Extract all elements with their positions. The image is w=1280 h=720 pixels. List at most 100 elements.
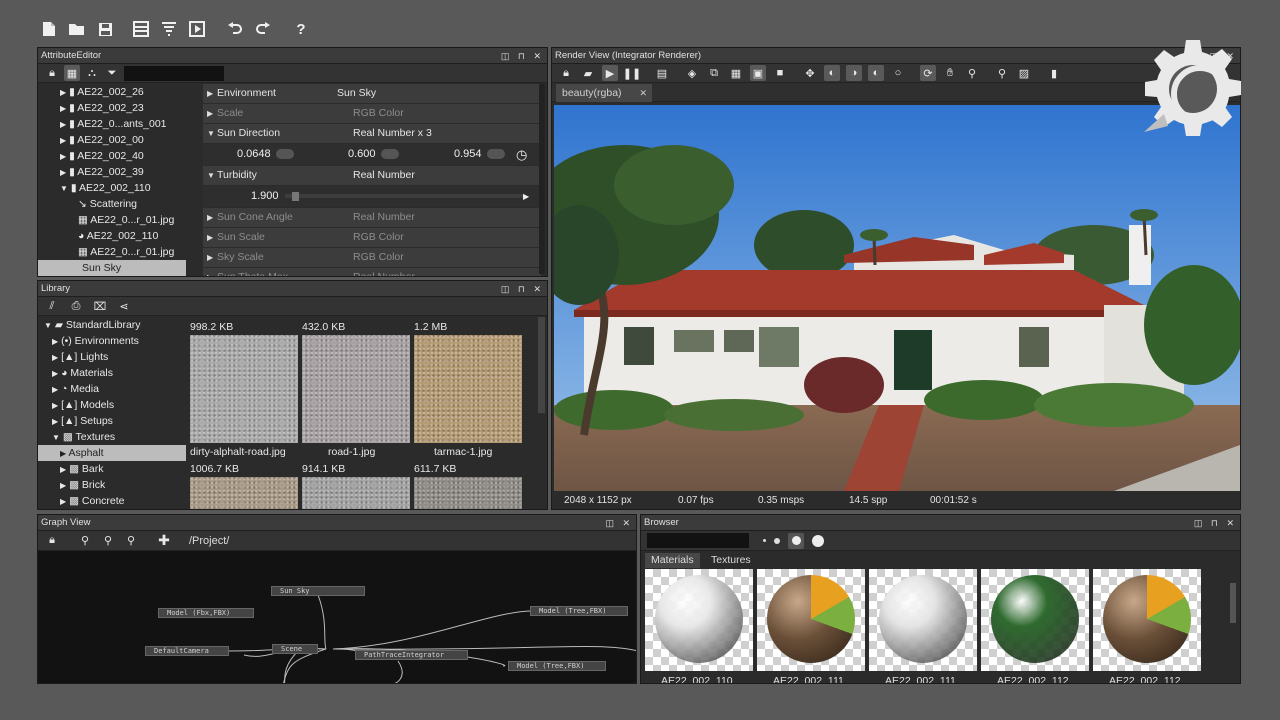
- panel-window-controls[interactable]: ◫ ⊓ ✕: [501, 48, 544, 64]
- graph-node-default-camera[interactable]: DefaultCamera: [145, 646, 229, 656]
- spinner-icon[interactable]: [380, 149, 399, 160]
- expand-arrow-icon[interactable]: ▶: [207, 228, 213, 247]
- tree-item[interactable]: ▼ ▰ StandardLibrary: [38, 317, 186, 333]
- pick-icon[interactable]: ⚲: [994, 65, 1010, 81]
- filter-icon[interactable]: ⏷: [104, 65, 120, 81]
- expand-arrow-icon[interactable]: ▶: [60, 465, 66, 474]
- filter-icon[interactable]: [158, 18, 180, 40]
- hierarchy-icon[interactable]: ⛬: [84, 65, 100, 81]
- expand-arrow-icon[interactable]: ▶: [52, 353, 58, 362]
- scrollbar[interactable]: [539, 84, 545, 274]
- dir-z-field[interactable]: 0.954: [454, 147, 505, 162]
- collapse-arrow-icon[interactable]: ▼: [44, 321, 52, 330]
- tree-item[interactable]: ▶ ▮ AE22_0...ants_001: [38, 116, 186, 132]
- spinner-icon[interactable]: [275, 149, 294, 160]
- expand-arrow-icon[interactable]: ▶: [60, 168, 66, 177]
- image-icon[interactable]: ▨: [1016, 65, 1032, 81]
- panel-window-controls[interactable]: ◫ ⊓ ✕: [501, 281, 544, 297]
- zoom-icon[interactable]: ⚲: [964, 65, 980, 81]
- video-camera-icon[interactable]: ■: [772, 65, 788, 81]
- texture-thumbnail[interactable]: [302, 477, 410, 509]
- tree-item[interactable]: ▶ ▮ AE22_002_39: [38, 164, 186, 180]
- open-folder-icon[interactable]: [66, 18, 88, 40]
- tree-item[interactable]: ▶ (•) Environments: [38, 333, 186, 349]
- panel-window-controls[interactable]: ◫ ✕: [605, 515, 633, 531]
- texture-thumbnail[interactable]: [190, 477, 298, 509]
- play-icon[interactable]: [186, 18, 208, 40]
- camera-icon[interactable]: ▰: [580, 65, 596, 81]
- attr-sun-direction[interactable]: ▼ Sun Direction Real Number x 3: [203, 124, 541, 143]
- collapse-arrow-icon[interactable]: ▼: [207, 124, 215, 143]
- graph-node-model-tree[interactable]: Model (Tree,FBX): [530, 606, 628, 616]
- expand-arrow-icon[interactable]: ▶: [60, 481, 66, 490]
- expand-arrow-icon[interactable]: ▶: [60, 88, 66, 97]
- expand-arrow-icon[interactable]: ▶: [60, 497, 66, 506]
- frame-icon[interactable]: ▣: [750, 65, 766, 81]
- move-icon[interactable]: ✥: [802, 65, 818, 81]
- attr-value[interactable]: Sun Sky: [337, 84, 376, 103]
- add-node-icon[interactable]: ✚: [156, 532, 172, 549]
- size-large-icon[interactable]: [812, 534, 824, 547]
- tree-item[interactable]: ▶ [▲] Setups: [38, 413, 186, 429]
- channel-g-icon[interactable]: ◑: [846, 65, 862, 81]
- tab-materials[interactable]: Materials: [645, 553, 700, 568]
- direction-picker-icon[interactable]: ◷: [516, 147, 527, 162]
- collapse-arrow-icon[interactable]: ▼: [60, 184, 68, 193]
- play-icon[interactable]: ▶: [602, 65, 618, 81]
- expand-arrow-icon[interactable]: ▶: [207, 84, 213, 103]
- expand-arrow-icon[interactable]: ▶: [60, 120, 66, 129]
- hand-icon[interactable]: ✋︎: [942, 65, 958, 81]
- attr-sun-scale[interactable]: ▶ Sun Scale RGB Color: [203, 228, 541, 247]
- save-image-icon[interactable]: ▤: [654, 65, 670, 81]
- save-icon[interactable]: [94, 18, 116, 40]
- attr-sun-theta-max[interactable]: ▶ Sun Theta Max Real Number: [203, 268, 541, 276]
- expand-arrow-icon[interactable]: ▶: [52, 401, 58, 410]
- lock-icon[interactable]: 🔒︎: [44, 533, 60, 549]
- library-view-icon[interactable]: ⫽: [44, 298, 60, 314]
- graph-node-model-fbx[interactable]: Model (Fbx,FBX): [158, 608, 254, 618]
- tab-beauty[interactable]: beauty(rgba) ✕: [556, 84, 652, 102]
- expand-arrow-icon[interactable]: ▶: [60, 152, 66, 161]
- dir-x-field[interactable]: 0.0648: [237, 147, 294, 162]
- node-graph-canvas[interactable]: Sun Sky Model (Fbx,FBX) Model (Tree,FBX)…: [38, 551, 636, 683]
- node-view-icon[interactable]: ▦: [64, 65, 80, 81]
- lock-icon[interactable]: 🔒︎: [558, 65, 574, 81]
- render-settings-icon[interactable]: [130, 18, 152, 40]
- tree-item[interactable]: ▶ ▮ AE22_002_00: [38, 132, 186, 148]
- graph-node-model-tree[interactable]: Model (Tree,FBX): [508, 661, 606, 671]
- attribute-search-input[interactable]: [124, 65, 224, 81]
- search-node-icon[interactable]: ⚲: [77, 533, 93, 549]
- attr-turbidity[interactable]: ▼ Turbidity Real Number: [203, 166, 541, 185]
- turbidity-value[interactable]: 1.900: [251, 189, 279, 204]
- render-canvas[interactable]: [554, 105, 1240, 491]
- help-icon[interactable]: ?: [290, 18, 312, 40]
- refresh-icon[interactable]: ⟳: [920, 65, 936, 81]
- tree-item[interactable]: ▶ [▲] Models: [38, 397, 186, 413]
- graph-node-sun-sky[interactable]: Sun Sky: [271, 586, 365, 596]
- expand-arrow-icon[interactable]: ▶: [60, 136, 66, 145]
- expand-arrow-icon[interactable]: ▶: [207, 208, 213, 227]
- tree-item[interactable]: ▼ ▩ Textures: [38, 429, 186, 445]
- tree-item[interactable]: ◕ AE22_002_110: [38, 228, 186, 244]
- channel-b-icon[interactable]: ◐: [868, 65, 884, 81]
- tree-item[interactable]: ▶ ▮ AE22_002_26: [38, 84, 186, 100]
- expand-arrow-icon[interactable]: ▶: [60, 104, 66, 113]
- pause-icon[interactable]: ❚❚: [623, 65, 641, 81]
- expand-arrow-icon[interactable]: ▶: [52, 417, 58, 426]
- tree-item-selected[interactable]: Sun Sky: [38, 260, 186, 276]
- tree-item[interactable]: ▶ ▮ AE22_002_23: [38, 100, 186, 116]
- expand-arrow-icon[interactable]: ▶: [52, 385, 58, 394]
- attr-sun-cone-angle[interactable]: ▶ Sun Cone Angle Real Number: [203, 208, 541, 227]
- size-smallest-icon[interactable]: [763, 539, 766, 542]
- share-icon[interactable]: ⋖: [116, 298, 132, 314]
- search-downstream-icon[interactable]: ⚲: [123, 533, 139, 549]
- book-icon[interactable]: ▮: [1046, 65, 1062, 81]
- material-thumbnail[interactable]: [981, 569, 1089, 671]
- channel-r-icon[interactable]: ◐: [824, 65, 840, 81]
- expand-arrow-icon[interactable]: ▶: [207, 268, 213, 276]
- tree-item[interactable]: ↘ Scattering: [38, 196, 186, 212]
- attr-environment[interactable]: ▶ Environment Sun Sky: [203, 84, 541, 103]
- expand-arrow-icon[interactable]: ▶: [52, 369, 58, 378]
- material-thumbnail[interactable]: [869, 569, 977, 671]
- texture-thumbnail[interactable]: [190, 335, 298, 443]
